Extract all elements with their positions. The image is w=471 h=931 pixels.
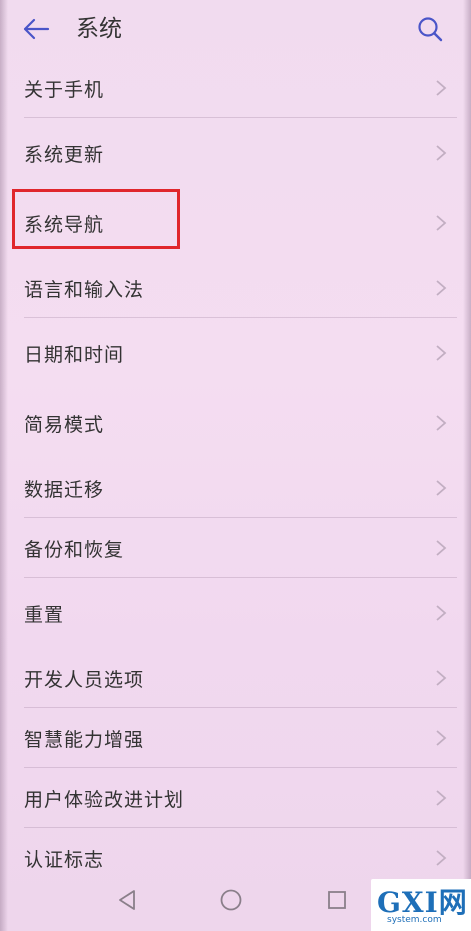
search-icon: [418, 17, 443, 42]
menu-item-label: 数据迁移: [24, 478, 105, 501]
chevron-right-icon: [436, 215, 447, 231]
menu-item-user-experience[interactable]: 用户体验改进计划: [14, 768, 457, 828]
menu-item-label: 系统更新: [24, 143, 105, 166]
bezel-left: [0, 0, 8, 931]
settings-screen: 系统 关于手机 系统更新 系统导航 语言和输入法 日期和时间 简易模式 数据迁移…: [0, 0, 471, 931]
page-title: 系统: [76, 16, 122, 42]
menu-item-label: 系统导航: [24, 213, 105, 236]
chevron-right-icon: [436, 345, 447, 361]
menu-item-date-time[interactable]: 日期和时间: [14, 318, 457, 388]
chevron-right-icon: [436, 605, 447, 621]
square-recent-icon: [328, 891, 346, 909]
menu-item-reset[interactable]: 重置: [14, 578, 457, 648]
search-button[interactable]: [413, 12, 447, 46]
menu-item-about-phone[interactable]: 关于手机: [14, 58, 457, 118]
arrow-left-icon: [23, 18, 50, 40]
menu-item-label: 开发人员选项: [24, 668, 145, 691]
nav-home-button[interactable]: [218, 887, 244, 913]
chevron-right-icon: [436, 80, 447, 96]
menu-item-backup-restore[interactable]: 备份和恢复: [14, 518, 457, 578]
chevron-right-icon: [436, 850, 447, 866]
menu-item-label: 重置: [24, 603, 65, 626]
menu-item-label: 日期和时间: [24, 343, 125, 366]
site-watermark: GXI网 system.com: [371, 879, 471, 931]
menu-item-language-input[interactable]: 语言和输入法: [14, 258, 457, 318]
menu-item-label: 语言和输入法: [24, 278, 145, 301]
menu-item-label: 认证标志: [24, 848, 105, 871]
menu-item-label: 用户体验改进计划: [24, 788, 185, 811]
chevron-right-icon: [436, 145, 447, 161]
triangle-back-icon: [119, 890, 135, 910]
back-button[interactable]: [18, 12, 54, 46]
chevron-right-icon: [436, 730, 447, 746]
chevron-right-icon: [436, 280, 447, 296]
app-header: 系统: [0, 0, 471, 58]
menu-item-system-navigation[interactable]: 系统导航: [14, 188, 457, 258]
menu-item-label: 简易模式: [24, 413, 105, 436]
chevron-right-icon: [436, 670, 447, 686]
menu-item-label: 关于手机: [24, 78, 105, 101]
circle-home-icon: [220, 889, 242, 911]
menu-item-developer-options[interactable]: 开发人员选项: [14, 648, 457, 708]
chevron-right-icon: [436, 415, 447, 431]
chevron-right-icon: [436, 790, 447, 806]
menu-item-data-migration[interactable]: 数据迁移: [14, 458, 457, 518]
chevron-right-icon: [436, 540, 447, 556]
settings-list: 关于手机 系统更新 系统导航 语言和输入法 日期和时间 简易模式 数据迁移 备份…: [14, 58, 457, 888]
watermark-domain: system.com: [387, 915, 442, 925]
menu-item-simple-mode[interactable]: 简易模式: [14, 388, 457, 458]
bezel-right: [463, 0, 471, 931]
nav-back-button[interactable]: [114, 887, 140, 913]
menu-item-system-update[interactable]: 系统更新: [14, 118, 457, 188]
menu-item-smart-enhance[interactable]: 智慧能力增强: [14, 708, 457, 768]
chevron-right-icon: [436, 480, 447, 496]
menu-item-label: 智慧能力增强: [24, 728, 145, 751]
nav-recent-button[interactable]: [324, 887, 350, 913]
menu-item-label: 备份和恢复: [24, 538, 125, 561]
